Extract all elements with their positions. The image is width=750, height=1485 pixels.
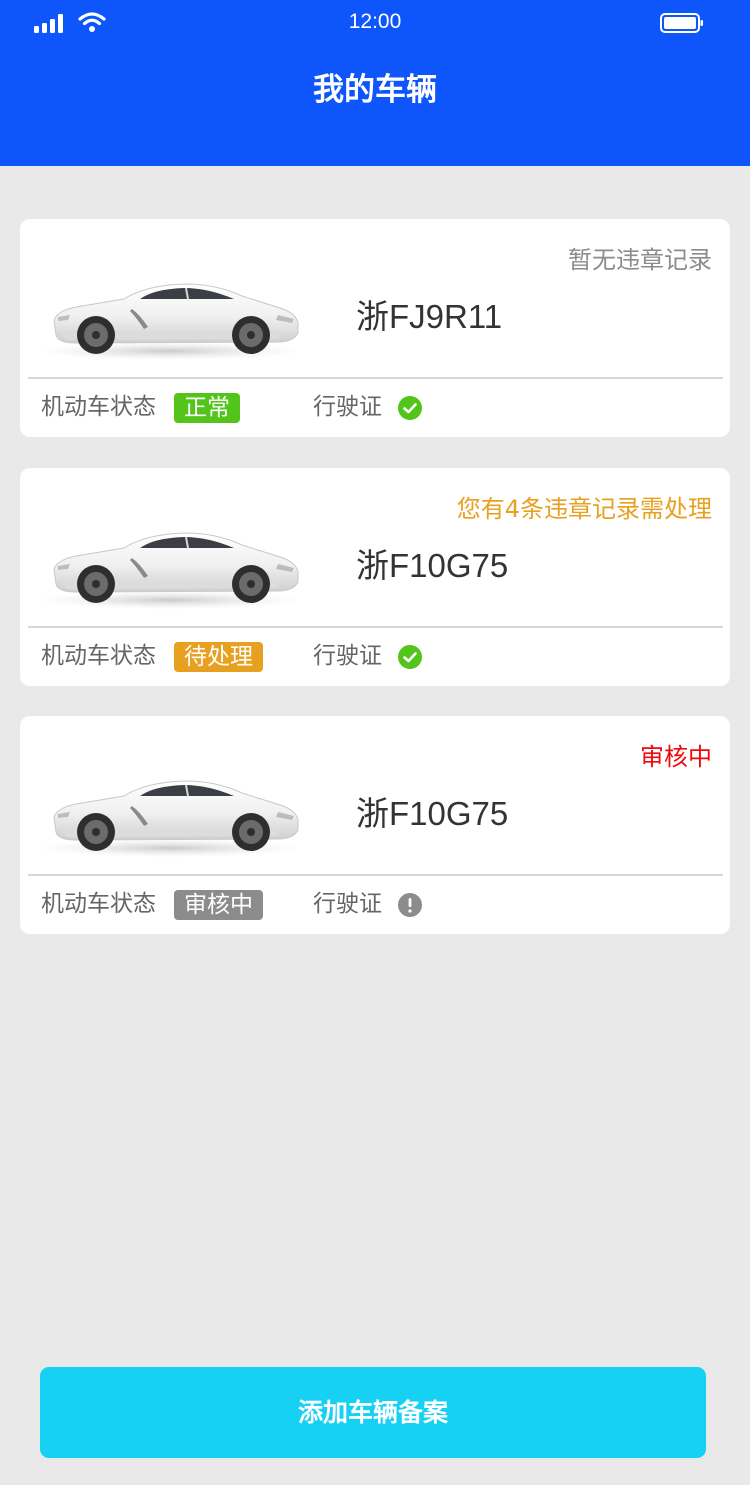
license-plate: 浙F10G75: [356, 795, 509, 832]
license-plate: 浙F10G75: [356, 547, 509, 584]
car-image: [38, 283, 302, 360]
status-badge: 审核中: [174, 890, 263, 920]
vehicle-card-3[interactable]: 浙F10G75 审核中 机动车状态 审核中 行驶证: [20, 716, 730, 934]
vehicle-status-label: 机动车状态: [41, 394, 156, 420]
license-plate: 浙FJ9R11: [356, 298, 503, 335]
status-badge: 待处理: [174, 642, 263, 672]
vehicle-status-label: 机动车状态: [41, 891, 156, 917]
violation-notice: 审核中: [640, 743, 712, 771]
check-circle-icon: [398, 396, 422, 420]
driving-license-label: 行驶证: [313, 643, 382, 669]
vehicle-card-1[interactable]: 浙FJ9R11 暂无违章记录 机动车状态 正常 行驶证: [20, 219, 730, 437]
violation-notice: 您有4条违章记录需处理: [456, 495, 712, 523]
check-circle-icon: [398, 645, 422, 669]
status-bar: 12:00: [0, 0, 750, 44]
vehicle-status-label: 机动车状态: [41, 643, 156, 669]
car-image: [38, 532, 302, 609]
status-badge: 正常: [174, 393, 240, 423]
divider: [28, 626, 723, 628]
page-title: 我的车辆: [313, 72, 437, 108]
status-time: 12:00: [348, 10, 402, 33]
divider: [28, 874, 723, 876]
car-image: [38, 780, 302, 857]
driving-license-label: 行驶证: [313, 394, 382, 420]
violation-notice: 暂无违章记录: [568, 246, 712, 274]
app-header: 12:00 我的车辆: [0, 0, 750, 166]
driving-license-label: 行驶证: [313, 891, 382, 917]
vehicle-card-2[interactable]: 浙F10G75 您有4条违章记录需处理 机动车状态 待处理 行驶证: [20, 468, 730, 686]
battery-icon: [660, 13, 703, 33]
exclamation-circle-icon: [398, 893, 422, 917]
divider: [28, 377, 723, 379]
add-vehicle-button[interactable]: 添加车辆备案: [40, 1367, 706, 1458]
